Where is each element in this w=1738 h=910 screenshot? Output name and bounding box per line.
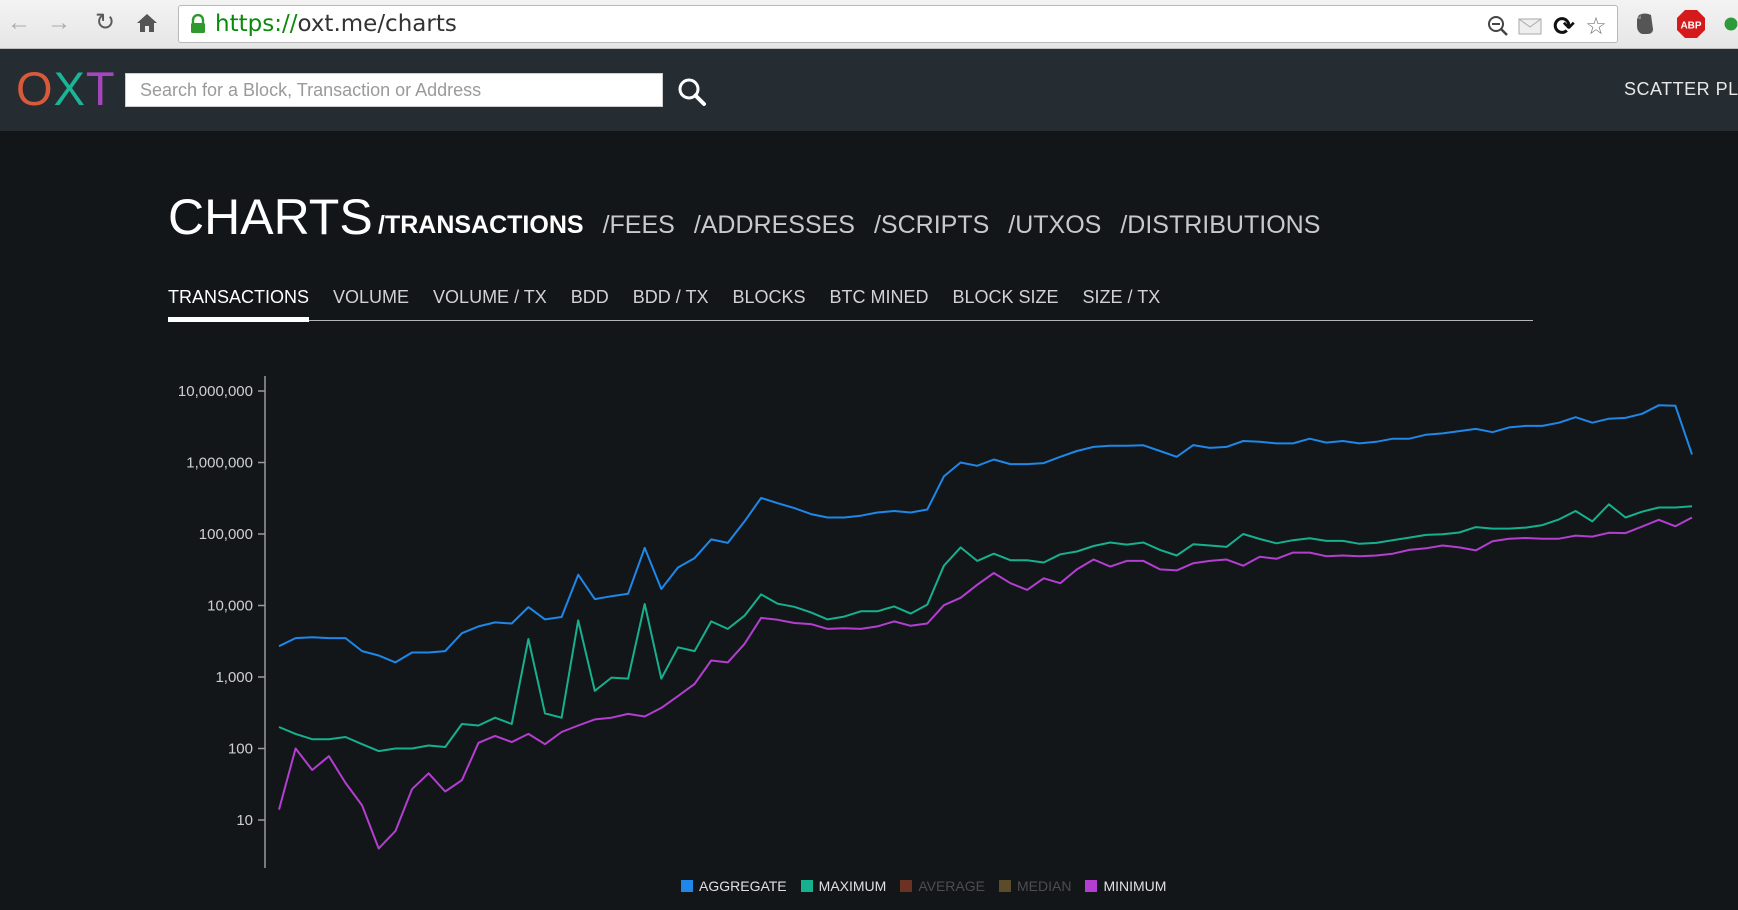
- y-tick-label: 10,000: [207, 598, 253, 615]
- legend-item-minimum[interactable]: MINIMUM: [1085, 878, 1166, 894]
- svg-text:ABP: ABP: [1680, 21, 1701, 32]
- transactions-chart: 10,000,000 1,000,000 100,000 10,000 1,000 100…: [178, 376, 1693, 868]
- chart-legend: AGGREGATE MAXIMUM AVERAGE MEDIAN MINIMUM: [681, 878, 1166, 894]
- y-tick-label: 10,000,000: [178, 383, 253, 400]
- back-arrow-icon[interactable]: ←: [4, 8, 34, 38]
- tab-block-size[interactable]: BLOCK SIZE: [952, 286, 1058, 320]
- search-icon[interactable]: [676, 76, 708, 108]
- y-tick-label: 100,000: [199, 526, 253, 543]
- logo-letter-t: T: [85, 62, 116, 115]
- page-title: CHARTS: [168, 189, 373, 245]
- legend-swatch: [900, 880, 913, 892]
- oxt-logo[interactable]: OXT: [16, 65, 116, 112]
- tab-bdd[interactable]: BDD: [571, 286, 609, 320]
- legend-swatch: [681, 880, 693, 892]
- y-tick-label: 10: [236, 812, 253, 829]
- legend-label: MINIMUM: [1103, 878, 1167, 894]
- legend-item-aggregate[interactable]: AGGREGATE: [681, 878, 787, 894]
- site-header: OXT SCATTER PLO: [0, 49, 1738, 131]
- series-line-aggregate: [278, 404, 1693, 664]
- series-line-maximum: [278, 503, 1693, 753]
- section-link-utxos[interactable]: /UTXOS: [1008, 213, 1101, 238]
- y-tick-label: 1,000: [215, 669, 253, 686]
- zoom-out-icon[interactable]: [1485, 13, 1511, 39]
- tab-btc-mined[interactable]: BTC MINED: [829, 286, 928, 320]
- series-line-minimum: [278, 516, 1693, 850]
- extension-icon[interactable]: [1724, 9, 1738, 39]
- adblock-plus-icon[interactable]: ABP: [1676, 9, 1706, 39]
- lock-icon: [191, 14, 205, 33]
- tab-volume[interactable]: VOLUME: [333, 286, 409, 320]
- section-link-fees[interactable]: /FEES: [603, 213, 675, 238]
- evernote-icon[interactable]: [1630, 9, 1660, 39]
- browser-toolbar: ← → ↻ https://oxt.me/charts ⟳ ☆ ABP: [0, 0, 1738, 49]
- address-bar[interactable]: https://oxt.me/charts ⟳ ☆: [178, 5, 1618, 43]
- section-link-addresses[interactable]: /ADDRESSES: [694, 213, 855, 238]
- section-link-scripts[interactable]: /SCRIPTS: [874, 213, 989, 238]
- y-tick-label: 100: [228, 741, 253, 758]
- legend-label: AGGREGATE: [699, 878, 787, 894]
- section-link-distributions[interactable]: /DISTRIBUTIONS: [1120, 213, 1320, 238]
- y-tick-label: 1,000,000: [186, 455, 253, 472]
- translate-icon[interactable]: [1517, 13, 1543, 39]
- reload-icon[interactable]: ↻: [90, 8, 120, 38]
- tab-transactions[interactable]: TRANSACTIONS: [168, 286, 310, 322]
- legend-label: MEDIAN: [1016, 878, 1072, 894]
- search-input[interactable]: [125, 73, 663, 107]
- forward-arrow-icon[interactable]: →: [44, 8, 74, 38]
- url-scheme: https://: [215, 11, 298, 37]
- scatter-plot-link[interactable]: SCATTER PLO: [1624, 79, 1738, 100]
- tab-bdd-tx[interactable]: BDD / TX: [633, 286, 709, 320]
- bookmark-star-icon[interactable]: ☆: [1583, 13, 1609, 40]
- tab-volume-tx[interactable]: VOLUME / TX: [433, 286, 547, 320]
- section-nav: /TRANSACTIONS/FEES/ADDRESSES/SCRIPTS/UTX…: [378, 213, 1320, 238]
- url-text: https://oxt.me/charts: [215, 11, 457, 37]
- logo-letter-o: O: [16, 62, 54, 115]
- legend-item-median[interactable]: MEDIAN: [998, 878, 1072, 894]
- section-link-transactions[interactable]: /TRANSACTIONS: [378, 213, 584, 238]
- sync-icon[interactable]: ⟳: [1551, 11, 1577, 41]
- legend-item-average[interactable]: AVERAGE: [900, 878, 985, 894]
- chart-tabs: TRANSACTIONS VOLUME VOLUME / TX BDD BDD / TX…: [168, 286, 1533, 322]
- logo-letter-x: X: [53, 62, 86, 115]
- legend-swatch: [998, 880, 1011, 892]
- home-icon[interactable]: [132, 8, 162, 38]
- legend-label: AVERAGE: [918, 878, 985, 894]
- legend-swatch: [800, 880, 813, 892]
- tab-blocks[interactable]: BLOCKS: [732, 286, 805, 320]
- legend-item-maximum[interactable]: MAXIMUM: [800, 878, 887, 894]
- url-path: oxt.me/charts: [297, 11, 457, 37]
- legend-label: MAXIMUM: [818, 878, 887, 894]
- legend-swatch: [1085, 880, 1098, 892]
- tab-size-tx[interactable]: SIZE / TX: [1083, 286, 1161, 320]
